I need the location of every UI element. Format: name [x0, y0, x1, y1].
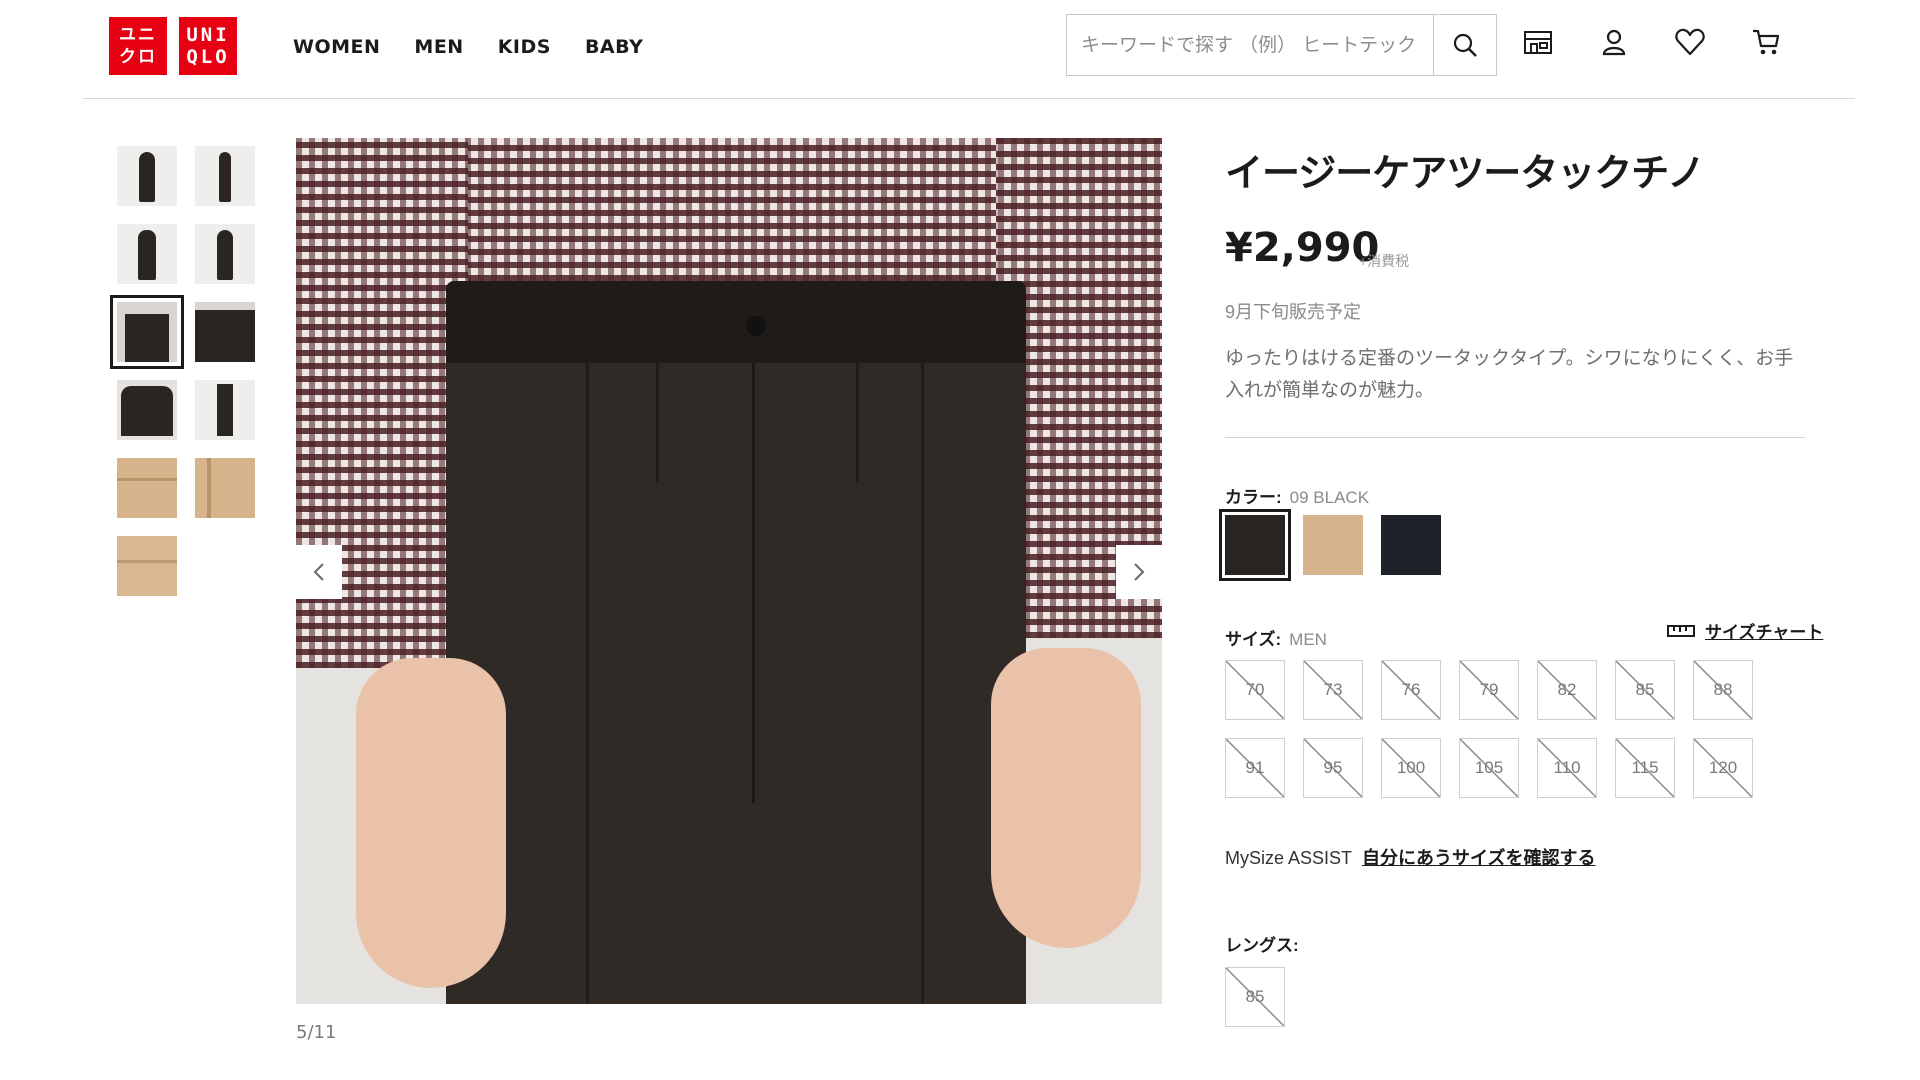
- search-button[interactable]: [1433, 15, 1496, 75]
- size-category: MEN: [1289, 630, 1327, 649]
- site-header: ユニ クロ UNI QLO WOMEN MEN KIDS BABY: [83, 0, 1855, 99]
- thumbnail-4[interactable]: [195, 224, 255, 284]
- store-icon: [1524, 31, 1552, 54]
- uniqlo-logo[interactable]: ユニ クロ UNI QLO: [109, 17, 237, 75]
- thumbnail-10[interactable]: [195, 458, 255, 518]
- thumbnail-2[interactable]: [195, 146, 255, 206]
- size-option[interactable]: 79: [1459, 660, 1519, 720]
- pleat-line: [856, 363, 859, 483]
- size-option[interactable]: 100: [1381, 738, 1441, 798]
- thumbnail-6[interactable]: [195, 302, 255, 362]
- size-option[interactable]: 70: [1225, 660, 1285, 720]
- account-button[interactable]: [1599, 26, 1629, 58]
- search-input[interactable]: [1067, 15, 1433, 75]
- chevron-right-icon: [1134, 563, 1145, 581]
- size-option[interactable]: 88: [1693, 660, 1753, 720]
- heart-icon: [1675, 28, 1705, 56]
- release-note: 9月下旬販売予定: [1225, 302, 1362, 322]
- size-option[interactable]: 76: [1381, 660, 1441, 720]
- size-chart-link[interactable]: サイズチャート: [1667, 618, 1823, 643]
- thumbnail-8[interactable]: [195, 380, 255, 440]
- length-label: レングス:: [1225, 936, 1299, 955]
- logo-latin: UNI QLO: [179, 17, 237, 75]
- length-options: 85: [1225, 967, 1285, 1027]
- image-counter: 5/11: [296, 1022, 337, 1043]
- swatch-beige[interactable]: [1303, 515, 1363, 575]
- mysize-assist: MySize ASSIST 自分にあうサイズを確認する: [1225, 844, 1596, 870]
- logo-katakana: ユニ クロ: [109, 17, 167, 75]
- product-price: ¥2,990: [1225, 225, 1380, 271]
- size-chart-label: サイズチャート: [1705, 623, 1824, 642]
- waistband: [446, 281, 1026, 363]
- size-option[interactable]: 105: [1459, 738, 1519, 798]
- swatch-navy[interactable]: [1381, 515, 1441, 575]
- thumbnail-1[interactable]: [117, 146, 177, 206]
- size-option[interactable]: 91: [1225, 738, 1285, 798]
- length-option[interactable]: 85: [1225, 967, 1285, 1027]
- ruler-icon: [1667, 624, 1695, 637]
- pleat-line: [656, 363, 659, 483]
- fly-line: [752, 363, 755, 803]
- search-icon: [1453, 33, 1477, 57]
- chevron-left-icon: [313, 563, 324, 581]
- color-swatches: [1219, 509, 1441, 581]
- user-icon: [1602, 29, 1626, 56]
- nav-women[interactable]: WOMEN: [293, 36, 380, 58]
- size-option[interactable]: 120: [1693, 738, 1753, 798]
- nav-baby[interactable]: BABY: [585, 36, 643, 58]
- thumbnail-3[interactable]: [117, 224, 177, 284]
- size-option[interactable]: 82: [1537, 660, 1597, 720]
- thumbnail-9[interactable]: [117, 458, 177, 518]
- size-option[interactable]: 95: [1303, 738, 1363, 798]
- product-description: ゆったりはける定番のツータックタイプ。シワになりにくく、お手入れが簡単なのが魅力…: [1225, 348, 1794, 401]
- swatch-black[interactable]: [1219, 509, 1291, 581]
- size-option[interactable]: 73: [1303, 660, 1363, 720]
- mysize-link[interactable]: 自分にあうサイズを確認する: [1362, 848, 1595, 868]
- main-nav: WOMEN MEN KIDS BABY: [293, 36, 677, 58]
- thumbnail-11[interactable]: [117, 536, 177, 596]
- color-value: 09 BLACK: [1289, 488, 1370, 507]
- logo-katakana-text: ユニ クロ: [119, 25, 157, 67]
- size-option[interactable]: 85: [1615, 660, 1675, 720]
- cart-icon: [1753, 29, 1780, 55]
- thumbnail-7[interactable]: [117, 380, 177, 440]
- left-hand: [356, 658, 506, 988]
- right-hand: [991, 648, 1141, 948]
- product-main-image: [296, 138, 1162, 1004]
- product-title: イージーケアツータックチノ: [1225, 151, 1705, 195]
- pleat-line: [586, 363, 589, 1004]
- size-options: 70 73 76 79 82 85 88 91 95 100 105 110 1…: [1225, 660, 1753, 798]
- nav-men[interactable]: MEN: [414, 36, 463, 58]
- pants: [446, 281, 1026, 1004]
- size-label: サイズ:: [1225, 630, 1282, 649]
- length-label-row: レングス:: [1225, 931, 1299, 956]
- pleat-line: [921, 363, 924, 1004]
- divider: [1225, 437, 1805, 438]
- color-label-row: カラー: 09 BLACK: [1225, 483, 1369, 508]
- store-button[interactable]: [1523, 26, 1553, 58]
- color-label: カラー:: [1225, 488, 1282, 507]
- size-label-row: サイズ: MEN: [1225, 625, 1327, 650]
- size-option[interactable]: 110: [1537, 738, 1597, 798]
- wishlist-button[interactable]: [1675, 26, 1705, 58]
- waist-button: [746, 316, 766, 336]
- thumbnail-list: [110, 146, 255, 596]
- next-image-button[interactable]: [1116, 545, 1162, 599]
- prev-image-button[interactable]: [296, 545, 342, 599]
- nav-kids[interactable]: KIDS: [498, 36, 551, 58]
- tax-note: +消費税: [1359, 253, 1410, 269]
- logo-latin-text: UNI QLO: [186, 24, 230, 68]
- size-option[interactable]: 115: [1615, 738, 1675, 798]
- mysize-label: MySize ASSIST: [1225, 848, 1353, 868]
- cart-button[interactable]: [1751, 26, 1781, 58]
- search-bar: [1066, 14, 1497, 76]
- thumbnail-5[interactable]: [110, 295, 184, 369]
- header-icons: [1523, 26, 1781, 58]
